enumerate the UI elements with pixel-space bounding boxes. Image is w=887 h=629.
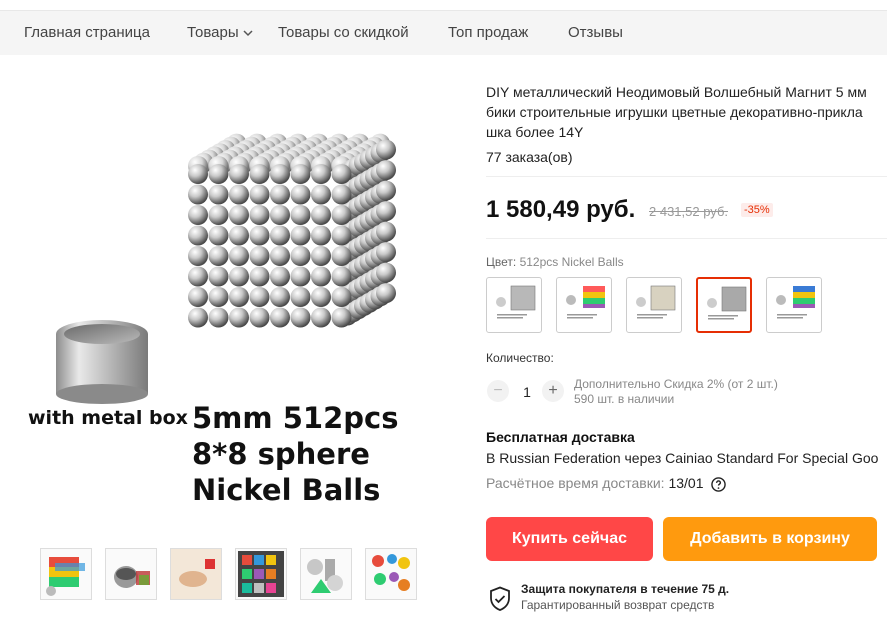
thumbnail-2[interactable] (105, 548, 157, 600)
buy-now-button[interactable]: Купить сейчас (486, 517, 653, 561)
current-price: 1 580,49 руб. (486, 196, 636, 223)
nav-item-reviews[interactable]: Отзывы (568, 11, 623, 55)
buyer-protection-title: Защита покупателя в течение 75 д. (521, 582, 730, 596)
thumbnail-3[interactable] (170, 548, 222, 600)
add-to-cart-button[interactable]: Добавить в корзину (663, 517, 877, 561)
box-caption: with metal box (28, 407, 188, 429)
shipping-title: Бесплатная доставка (486, 429, 635, 445)
quantity-input[interactable] (516, 383, 538, 401)
color-swatch[interactable] (766, 277, 822, 333)
orders-count: 77 заказа(ов) (486, 149, 573, 165)
top-nav: Главная страница Товары Товары со скидко… (0, 11, 887, 55)
metal-box-image (56, 320, 148, 404)
spec-line-2: 8*8 sphere (192, 437, 370, 471)
old-price: 2 431,52 руб. (649, 204, 729, 219)
spec-line-1: 5mm 512pcs (192, 401, 398, 435)
color-swatch[interactable] (626, 277, 682, 333)
buyer-protection-subtitle: Гарантированный возврат средств (521, 598, 715, 612)
color-swatch[interactable] (486, 277, 542, 333)
delivery-date: 13/01 (668, 475, 704, 491)
thumbnail-6[interactable] (365, 548, 417, 600)
product-title: DIY металлический Неодимовый Волшебный М… (486, 84, 867, 140)
spec-line-3: Nickel Balls (192, 473, 380, 507)
delivery-estimate-label: Расчётное время доставки: (486, 475, 665, 491)
divider (486, 238, 887, 239)
nav-item-products[interactable]: Товары (187, 11, 253, 55)
color-value: 512pcs Nickel Balls (519, 255, 624, 269)
thumbnail-4[interactable] (235, 548, 287, 600)
quantity-label: Количество: (486, 351, 554, 365)
divider (486, 176, 887, 177)
nav-item-top-sales[interactable]: Топ продаж (448, 11, 528, 55)
ball-cube (188, 133, 396, 328)
quantity-decrease-button[interactable]: − (487, 380, 509, 402)
delivery-estimate: Расчётное время доставки: 13/01 (486, 475, 727, 492)
help-icon[interactable] (711, 477, 727, 492)
discount-badge: -35% (741, 203, 773, 217)
thumbnail-5[interactable] (300, 548, 352, 600)
color-label: Цвет: 512pcs Nickel Balls (486, 255, 624, 269)
thumbnail-1[interactable] (40, 548, 92, 600)
nav-item-home[interactable]: Главная страница (24, 11, 150, 55)
chevron-down-icon (243, 30, 253, 36)
quantity-note: Дополнительно Скидка 2% (от 2 шт.) 590 ш… (574, 377, 778, 407)
shipping-method: В Russian Federation через Cainiao Stand… (486, 450, 879, 466)
shield-check-icon (490, 586, 510, 611)
color-swatch[interactable] (696, 277, 752, 333)
bulk-discount-note: Дополнительно Скидка 2% (от 2 шт.) (574, 377, 778, 391)
stock-note: 590 шт. в наличии (574, 392, 675, 406)
color-label-text: Цвет: (486, 255, 517, 269)
main-product-image[interactable]: with metal box 5mm 512pcs 8*8 sphere Nic… (20, 72, 450, 522)
color-swatch[interactable] (556, 277, 612, 333)
quantity-increase-button[interactable]: + (542, 380, 564, 402)
nav-item-discounted[interactable]: Товары со скидкой (278, 11, 409, 55)
nav-item-label: Товары (187, 24, 239, 41)
